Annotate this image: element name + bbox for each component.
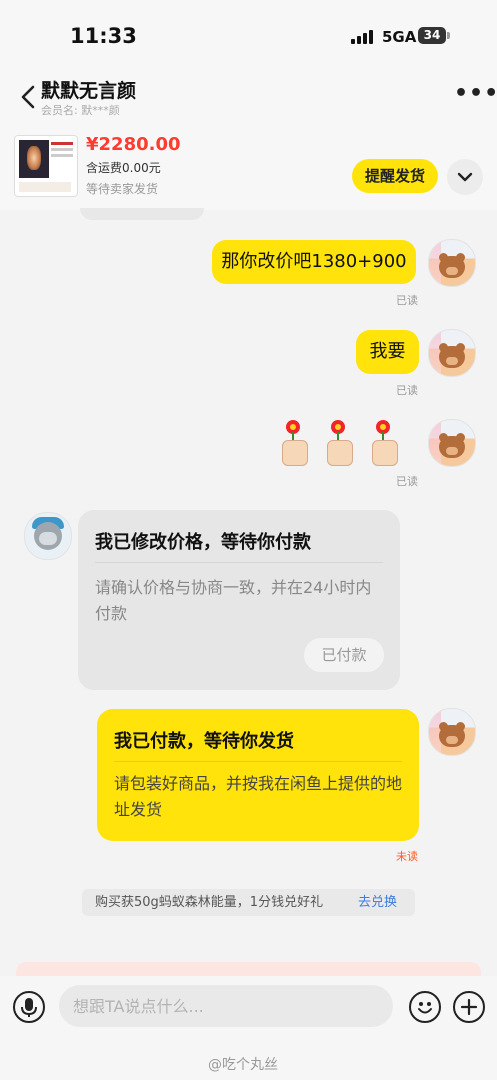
more-actions-button[interactable] [453, 991, 485, 1023]
promo-banner: 购买获50g蚂蚁森林能量，1分钱兑好礼 去兑换 [82, 889, 415, 916]
unread-receipt: 未读 [396, 850, 418, 863]
outgoing-message[interactable]: 我要 [356, 330, 419, 374]
shipping-fee: 含运费0.00元 [86, 161, 161, 175]
price-changed-card: 我已修改价格，等待你付款 请确认价格与协商一致，并在24小时内付款 已付款 [78, 510, 400, 690]
card-body: 请包装好商品，并按我在闲鱼上提供的地址发货 [114, 774, 403, 819]
card-title: 我已修改价格，等待你付款 [95, 532, 311, 553]
member-name: 默***颜 [81, 104, 120, 117]
member-line: 会员名: 默***颜 [41, 102, 120, 118]
avatar[interactable] [428, 239, 476, 287]
member-label: 会员名: [41, 104, 78, 117]
microphone-icon [21, 998, 37, 1017]
avatar[interactable] [428, 329, 476, 377]
order-price: ¥2280.00 [86, 134, 181, 155]
divider [114, 761, 402, 762]
plus-icon [460, 998, 478, 1016]
watermark: @吃个丸丝 [208, 1057, 278, 1073]
battery-tip [447, 32, 450, 39]
network-type: 5GA [382, 28, 417, 46]
clock: 11:33 [70, 24, 137, 48]
chat-header: 默默无言颜 会员名: 默***颜 ••• [0, 70, 497, 130]
input-bar: @吃个丸丝 [0, 976, 497, 1080]
remind-shipping-button[interactable]: 提醒发货 [352, 159, 438, 193]
card-title: 我已付款，等待你发货 [114, 731, 294, 752]
message-text: 我要 [369, 341, 406, 362]
thumbs-up-flower-sticker[interactable] [327, 420, 357, 466]
smiley-icon [418, 1002, 432, 1014]
thumbs-up-flower-sticker[interactable] [372, 420, 402, 466]
thumbs-up-flower-sticker[interactable] [282, 420, 312, 466]
status-bar: 11:33 5GA 34 [0, 0, 497, 70]
avatar[interactable] [428, 708, 476, 756]
paid-card: 我已付款，等待你发货 请包装好商品，并按我在闲鱼上提供的地址发货 [97, 709, 419, 841]
paid-button[interactable]: 已付款 [304, 638, 384, 672]
panel-edge [16, 962, 481, 976]
emoji-button[interactable] [409, 991, 441, 1023]
read-receipt: 已读 [396, 294, 418, 307]
promo-text: 购买获50g蚂蚁森林能量，1分钱兑好礼 [95, 895, 324, 910]
previous-message-edge [80, 208, 204, 220]
expand-button[interactable] [447, 159, 483, 195]
outgoing-message[interactable]: 那你改价吧1380+900 [212, 240, 416, 284]
message-input[interactable] [59, 985, 393, 1027]
more-icon[interactable]: ••• [454, 83, 497, 105]
card-body: 请确认价格与协商一致，并在24小时内付款 [95, 578, 372, 623]
contact-name: 默默无言颜 [41, 80, 137, 102]
product-thumbnail[interactable] [14, 135, 78, 197]
order-status: 等待卖家发货 [86, 182, 159, 196]
battery-icon: 34 [418, 27, 446, 44]
chevron-down-icon [457, 172, 473, 182]
back-icon[interactable] [18, 84, 40, 110]
message-text: 那你改价吧1380+900 [221, 251, 407, 272]
divider [95, 562, 383, 563]
promo-link[interactable]: 去兑换 [358, 889, 397, 916]
signal-icon [351, 30, 375, 44]
read-receipt: 已读 [396, 384, 418, 397]
seller-avatar[interactable] [24, 512, 72, 560]
voice-button[interactable] [13, 991, 45, 1023]
read-receipt: 已读 [396, 475, 418, 488]
avatar[interactable] [428, 419, 476, 467]
